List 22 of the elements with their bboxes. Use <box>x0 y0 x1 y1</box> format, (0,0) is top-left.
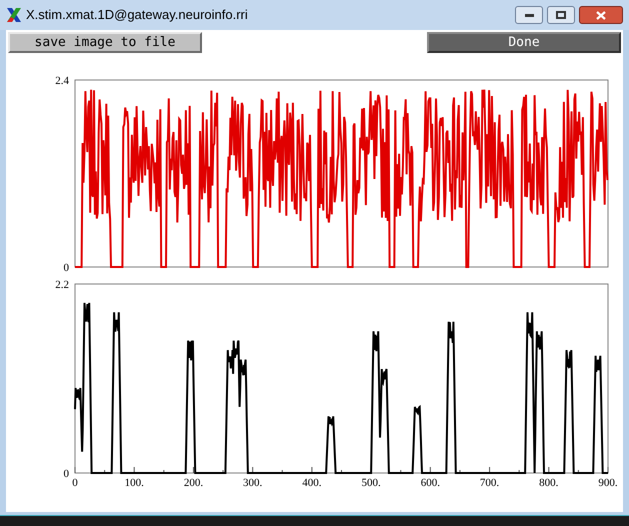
x-logo-icon <box>6 7 22 23</box>
maximize-button[interactable] <box>547 6 575 24</box>
x-tick-label: 600. <box>420 477 440 489</box>
y-tick-label: 0 <box>64 468 69 480</box>
x-tick-label: 700. <box>480 477 500 489</box>
x-tick-label: 0 <box>72 477 78 489</box>
x-tick-label: 200. <box>184 477 204 489</box>
done-button[interactable]: Done <box>427 32 621 53</box>
window-title: X.stim.xmat.1D@gateway.neuroinfo.rri <box>26 6 249 24</box>
close-icon <box>596 10 606 20</box>
x-tick-label: 400. <box>302 477 322 489</box>
y-tick-label: 2.4 <box>55 75 69 87</box>
x-tick-label: 300. <box>243 477 262 489</box>
x-tick-label: 500. <box>361 477 381 489</box>
close-button[interactable] <box>579 6 623 24</box>
y-tick-label: 2.2 <box>55 279 69 291</box>
x-tick-label: 800. <box>539 477 558 489</box>
minimize-button[interactable] <box>515 6 543 24</box>
x-tick-label: 900. <box>598 477 618 489</box>
y-tick-label: 0 <box>64 262 69 274</box>
save-image-button[interactable]: save image to file <box>8 32 202 53</box>
x-tick-label: 100. <box>124 477 144 489</box>
